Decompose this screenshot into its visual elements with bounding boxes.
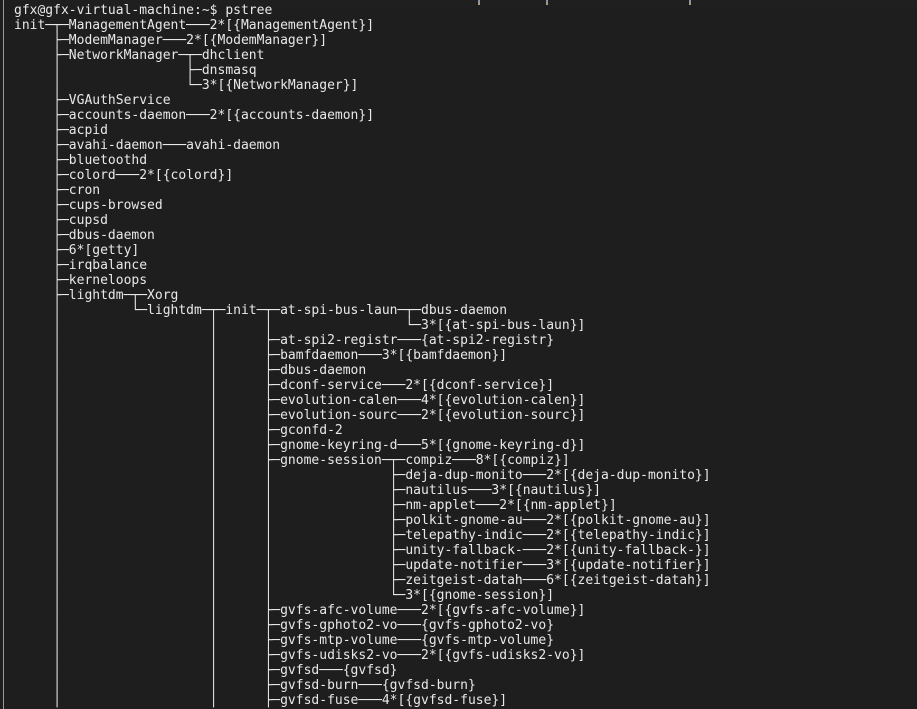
pstree-line: ├─avahi-daemon───avahi-daemon xyxy=(14,138,281,153)
pstree-line: │ └─3*[{NetworkManager}] xyxy=(14,78,359,93)
pstree-line: │ │ │ ├─update-notifier───3*[{update-not… xyxy=(14,558,711,573)
pstree-line: │ │ │ └─3*[{at-spi-bus-laun}] xyxy=(14,318,586,333)
pstree-line: │ │ │ └─3*[{gnome-session}] xyxy=(14,588,555,603)
pstree-line: ├─irqbalance xyxy=(14,258,148,273)
pstree-line: │ │ ├─gvfs-udisks2-vo───2*[{gvfs-udisks2… xyxy=(14,648,586,663)
window-left-edge xyxy=(0,0,10,709)
pstree-line: │ │ │ ├─polkit-gnome-au───2*[{polkit-gno… xyxy=(14,513,711,528)
shell-prompt-line: gfx@gfx-virtual-machine:~$ pstree xyxy=(14,3,273,18)
pstree-line: ├─6*[getty] xyxy=(14,243,140,258)
pstree-line: ├─ModemManager───2*[{ModemManager}] xyxy=(14,33,328,48)
pstree-line: │ │ ├─dbus-daemon xyxy=(14,363,367,378)
pstree-line: │ │ ├─at-spi2-registr───{at-spi2-registr… xyxy=(14,333,555,348)
pstree-line: ├─cron xyxy=(14,183,101,198)
pstree-line: ├─colord───2*[{colord}] xyxy=(14,168,234,183)
pstree-line: │ │ ├─gvfs-gphoto2-vo───{gvfs-gphoto2-vo… xyxy=(14,618,555,633)
pstree-line: ├─accounts-daemon───2*[{accounts-daemon}… xyxy=(14,108,375,123)
pstree-line: ├─kerneloops xyxy=(14,273,148,288)
pstree-line: │ └─lightdm─┬─init─┬─at-spi-bus-laun─┬─d… xyxy=(14,303,508,318)
pstree-line: ├─cups-browsed xyxy=(14,198,163,213)
pstree-line: │ │ │ ├─nm-applet───2*[{nm-applet}] xyxy=(14,498,617,513)
pstree-line: ├─dbus-daemon xyxy=(14,228,155,243)
pstree-line: ├─acpid xyxy=(14,123,108,138)
pstree-line: │ │ ├─evolution-calen───4*[{evolution-ca… xyxy=(14,393,586,408)
pstree-line: │ │ │ ├─unity-fallback-───2*[{unity-fall… xyxy=(14,543,711,558)
pstree-line: │ │ │ ├─telepathy-indic───2*[{telepathy-… xyxy=(14,528,711,543)
pstree-line: │ │ ├─gvfs-afc-volume───2*[{gvfs-afc-vol… xyxy=(14,603,586,618)
pstree-line: │ │ ├─gvfsd-fuse───4*[{gvfsd-fuse}] xyxy=(14,693,508,708)
pstree-line: │ │ ├─gvfs-mtp-volume───{gvfs-mtp-volume… xyxy=(14,633,555,648)
pstree-line: ├─NetworkManager─┬─dhclient xyxy=(14,48,265,63)
window-border-line xyxy=(3,0,4,709)
pstree-line: │ │ ├─bamfdaemon───3*[{bamfdaemon}] xyxy=(14,348,508,363)
pstree-line: │ │ ├─dconf-service───2*[{dconf-service}… xyxy=(14,378,555,393)
pstree-line: │ │ ├─gconfd-2 xyxy=(14,423,343,438)
terminal-window[interactable]: gfx@gfx-virtual-machine:~$ pstree init─┬─… xyxy=(0,0,917,709)
pstree-line: │ ├─dnsmasq xyxy=(14,63,257,78)
pstree-line: │ │ ├─gvfsd-burn───{gvfsd-burn} xyxy=(14,678,476,693)
pstree-line: │ │ ├─evolution-sourc───2*[{evolution-so… xyxy=(14,408,586,423)
pstree-line: ├─bluetoothd xyxy=(14,153,148,168)
pstree-line: init─┬─ManagementAgent───2*[{ManagementA… xyxy=(14,18,375,33)
terminal-output[interactable]: gfx@gfx-virtual-machine:~$ pstree init─┬─… xyxy=(14,3,914,709)
pstree-line: ├─cupsd xyxy=(14,213,108,228)
pstree-line: │ │ ├─gvfsd───{gvfsd} xyxy=(14,663,398,678)
pstree-line: │ │ │ ├─zeitgeist-datah───6*[{zeitgeist-… xyxy=(14,573,711,588)
pstree-line: ├─VGAuthService xyxy=(14,93,171,108)
pstree-line: │ │ ├─gnome-session─┬─compiz───8*[{compi… xyxy=(14,453,570,468)
pstree-line: │ │ ├─gnome-keyring-d───5*[{gnome-keyrin… xyxy=(14,438,586,453)
pstree-line: ├─lightdm─┬─Xorg xyxy=(14,288,179,303)
pstree-line: │ │ │ ├─nautilus───3*[{nautilus}] xyxy=(14,483,601,498)
pstree-line: │ │ │ ├─deja-dup-monito───2*[{deja-dup-m… xyxy=(14,468,711,483)
